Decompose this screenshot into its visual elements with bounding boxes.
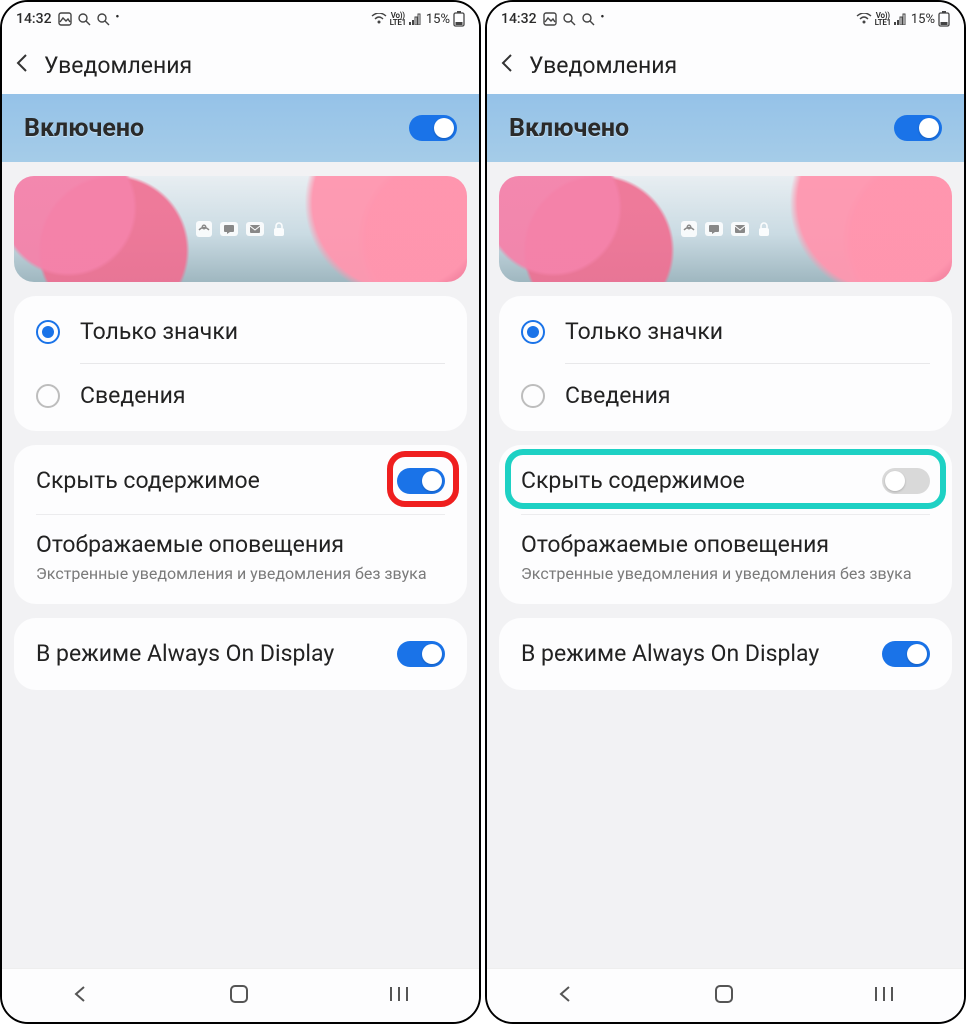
status-bar: 14:32 • Vo))LTE1 15%: [2, 2, 479, 36]
chat-icon: [220, 222, 238, 236]
aod-label: В режиме Always On Display: [521, 640, 819, 669]
aod-toggle[interactable]: [397, 641, 445, 667]
master-toggle[interactable]: [894, 115, 942, 141]
shown-alerts-row[interactable]: Отображаемые оповещения Экстренные уведо…: [14, 515, 467, 600]
hide-content-label: Скрыть содержимое: [36, 467, 260, 496]
status-time: 14:32: [16, 11, 52, 27]
volte-icon: Vo))LTE1: [875, 12, 891, 26]
missed-call-icon: [196, 221, 212, 237]
wifi-icon: [371, 13, 387, 25]
shown-alerts-sub: Экстренные уведомления и уведомления без…: [36, 564, 445, 584]
header: Уведомления: [2, 36, 479, 94]
hide-content-toggle[interactable]: [882, 468, 930, 494]
wifi-icon: [856, 13, 872, 25]
aod-card: В режиме Always On Display: [499, 618, 952, 691]
status-bar: 14:32 • Vo))LTE1 15%: [487, 2, 964, 36]
back-icon[interactable]: [14, 51, 32, 79]
master-toggle-label: Включено: [24, 114, 144, 143]
master-toggle[interactable]: [409, 115, 457, 141]
back-icon[interactable]: [499, 51, 517, 79]
status-time: 14:32: [501, 11, 537, 27]
gallery-icon: [58, 12, 72, 26]
search-icon-2: [582, 13, 595, 26]
hide-content-row[interactable]: Скрыть содержимое: [499, 449, 952, 514]
page-title: Уведомления: [529, 52, 677, 79]
master-toggle-row[interactable]: Включено: [2, 94, 479, 162]
signal-icon: [409, 13, 423, 25]
master-toggle-label: Включено: [509, 114, 629, 143]
more-dot-icon: •: [601, 12, 605, 23]
radio-label: Только значки: [80, 318, 238, 345]
style-card: Только значки Сведения: [14, 296, 467, 431]
aod-toggle[interactable]: [882, 641, 930, 667]
lockscreen-preview: [499, 176, 952, 282]
search-icon: [563, 13, 576, 26]
aod-row[interactable]: В режиме Always On Display: [499, 622, 952, 687]
search-icon-2: [97, 13, 110, 26]
hide-content-toggle[interactable]: [397, 468, 445, 494]
hide-content-row[interactable]: Скрыть содержимое: [14, 449, 467, 514]
aod-card: В режиме Always On Display: [14, 618, 467, 691]
radio-icons-only[interactable]: Только значки: [14, 300, 467, 363]
mail-icon: [246, 222, 264, 236]
phone-right: 14:32 • Vo))LTE1 15% Уведомления Включен…: [485, 0, 966, 1024]
radio-label: Сведения: [565, 382, 671, 409]
shown-alerts-title: Отображаемые оповещения: [36, 531, 445, 560]
nav-back-icon[interactable]: [556, 984, 576, 1008]
more-dot-icon: •: [116, 12, 120, 23]
battery-icon: [453, 11, 465, 27]
missed-call-icon: [681, 221, 697, 237]
search-icon: [78, 13, 91, 26]
aod-label: В режиме Always On Display: [36, 640, 334, 669]
radio-icon[interactable]: [521, 384, 545, 408]
shown-alerts-sub: Экстренные уведомления и уведомления без…: [521, 564, 930, 584]
nav-bar: [2, 968, 479, 1022]
radio-icon[interactable]: [521, 320, 545, 344]
battery-percent: 15%: [426, 12, 450, 27]
page-title: Уведомления: [44, 52, 192, 79]
master-toggle-row[interactable]: Включено: [487, 94, 964, 162]
radio-label: Сведения: [80, 382, 186, 409]
battery-icon: [938, 11, 950, 27]
aod-row[interactable]: В режиме Always On Display: [14, 622, 467, 687]
chat-icon: [705, 222, 723, 236]
mail-icon: [731, 222, 749, 236]
gallery-icon: [543, 12, 557, 26]
lock-icon: [757, 221, 771, 237]
nav-home-icon[interactable]: [713, 983, 735, 1009]
hide-content-label: Скрыть содержимое: [521, 467, 745, 496]
style-card: Только значки Сведения: [499, 296, 952, 431]
nav-recents-icon[interactable]: [388, 985, 410, 1007]
header: Уведомления: [487, 36, 964, 94]
battery-percent: 15%: [911, 12, 935, 27]
phone-left: 14:32 • Vo))LTE1 15% Уведомления Включен…: [0, 0, 481, 1024]
signal-icon: [894, 13, 908, 25]
nav-bar: [487, 968, 964, 1022]
options-card: Скрыть содержимое Отображаемые оповещени…: [499, 445, 952, 604]
nav-recents-icon[interactable]: [873, 985, 895, 1007]
nav-home-icon[interactable]: [228, 983, 250, 1009]
shown-alerts-title: Отображаемые оповещения: [521, 531, 930, 560]
radio-details[interactable]: Сведения: [14, 364, 467, 427]
shown-alerts-row[interactable]: Отображаемые оповещения Экстренные уведо…: [499, 515, 952, 600]
radio-icons-only[interactable]: Только значки: [499, 300, 952, 363]
radio-icon[interactable]: [36, 320, 60, 344]
radio-label: Только значки: [565, 318, 723, 345]
options-card: Скрыть содержимое Отображаемые оповещени…: [14, 445, 467, 604]
lockscreen-preview: [14, 176, 467, 282]
radio-icon[interactable]: [36, 384, 60, 408]
lock-icon: [272, 221, 286, 237]
radio-details[interactable]: Сведения: [499, 364, 952, 427]
volte-icon: Vo))LTE1: [390, 12, 406, 26]
nav-back-icon[interactable]: [71, 984, 91, 1008]
